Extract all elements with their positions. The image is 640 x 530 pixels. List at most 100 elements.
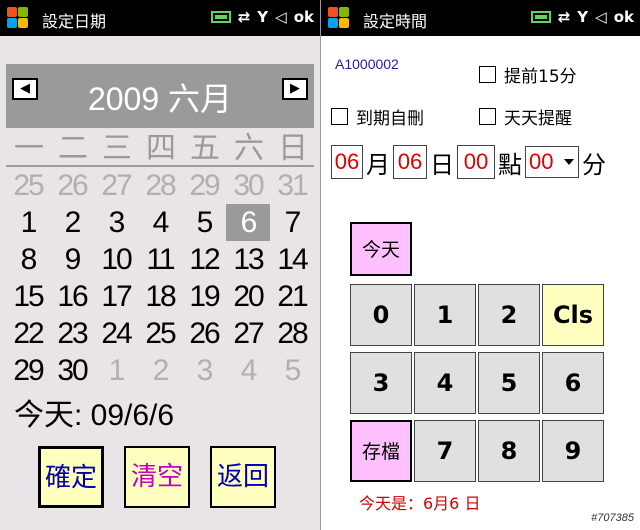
system-tray: ⇄ Y ◁ ok: [210, 8, 314, 26]
calendar-day[interactable]: 30: [50, 352, 94, 389]
calendar-day[interactable]: 3: [94, 204, 138, 241]
calendar-day[interactable]: 16: [50, 278, 94, 315]
calendar-day[interactable]: 10: [94, 241, 138, 278]
clear-button[interactable]: 清空: [124, 446, 190, 508]
calendar-day-other-month[interactable]: 3: [182, 352, 226, 389]
daily-reminder-checkbox[interactable]: 天天提醒: [479, 104, 572, 129]
key-3[interactable]: 3: [350, 352, 412, 414]
weekday-label: 一: [6, 130, 50, 167]
checkbox-box[interactable]: [479, 108, 496, 125]
key-9[interactable]: 9: [542, 420, 604, 482]
title-bar: 設定時間 ⇄ Y ◁ ok: [321, 0, 640, 36]
weekday-label: 五: [182, 130, 226, 167]
key-1[interactable]: 1: [414, 284, 476, 346]
minute-select[interactable]: 00: [525, 146, 579, 178]
calendar-day[interactable]: 5: [182, 204, 226, 241]
weekday-label: 四: [138, 130, 182, 167]
calendar-day[interactable]: 13: [226, 241, 270, 278]
calendar-day[interactable]: 2: [50, 204, 94, 241]
weekday-label: 六: [226, 130, 270, 167]
data-sync-icon[interactable]: ⇄: [238, 8, 251, 26]
calendar-day[interactable]: 28: [270, 315, 314, 352]
month-field[interactable]: 06: [331, 145, 363, 179]
calendar-day[interactable]: 27: [226, 315, 270, 352]
calendar-day[interactable]: 9: [50, 241, 94, 278]
calendar-day[interactable]: 26: [182, 315, 226, 352]
calendar-day[interactable]: 12: [182, 241, 226, 278]
calendar-day-other-month[interactable]: 31: [270, 167, 314, 204]
calendar-day-other-month[interactable]: 4: [226, 352, 270, 389]
speaker-icon[interactable]: ◁: [595, 8, 607, 26]
signal-icon[interactable]: Y: [257, 8, 268, 26]
calendar-day-other-month[interactable]: 25: [6, 167, 50, 204]
calendar-day[interactable]: 29: [6, 352, 50, 389]
calendar-day[interactable]: 17: [94, 278, 138, 315]
calendar-day[interactable]: 7: [270, 204, 314, 241]
start-menu-icon[interactable]: [6, 6, 30, 30]
prev-month-button[interactable]: ◀: [12, 78, 38, 100]
calendar-day-other-month[interactable]: 5: [270, 352, 314, 389]
calendar-day[interactable]: 14: [270, 241, 314, 278]
start-menu-icon[interactable]: [327, 6, 351, 30]
right-arrow-icon: ▶: [290, 81, 300, 96]
cls-button[interactable]: Cls: [542, 284, 604, 346]
back-button[interactable]: 返回: [210, 446, 276, 508]
calendar-day-other-month[interactable]: 30: [226, 167, 270, 204]
confirm-button[interactable]: 確定: [38, 446, 104, 508]
weekday-row: 一 二 三 四 五 六 日: [6, 130, 314, 167]
signal-icon[interactable]: Y: [577, 8, 588, 26]
key-4[interactable]: 4: [414, 352, 476, 414]
calendar-day[interactable]: 21: [270, 278, 314, 315]
battery-icon[interactable]: [210, 11, 231, 23]
calendar-day[interactable]: 11: [138, 241, 182, 278]
today-date-label[interactable]: 今天: 09/6/6: [14, 390, 174, 434]
calendar-week-row: 29 30 1 2 3 4 5: [6, 352, 314, 389]
day-field[interactable]: 06: [393, 145, 427, 179]
key-8[interactable]: 8: [478, 420, 540, 482]
ok-button[interactable]: ok: [294, 8, 314, 26]
calendar-day-other-month[interactable]: 1: [94, 352, 138, 389]
calendar-day[interactable]: 22: [6, 315, 50, 352]
calendar-day[interactable]: 1: [6, 204, 50, 241]
calendar-week-row: 22 23 24 25 26 27 28: [6, 315, 314, 352]
checkbox-box[interactable]: [331, 108, 348, 125]
calendar-day-other-month[interactable]: 27: [94, 167, 138, 204]
chevron-down-icon: [564, 159, 574, 165]
data-sync-icon[interactable]: ⇄: [558, 8, 571, 26]
advance-15min-checkbox[interactable]: 提前15分: [479, 62, 577, 87]
calendar-day[interactable]: 25: [138, 315, 182, 352]
calendar-day-other-month[interactable]: 2: [138, 352, 182, 389]
checkbox-label: 提前15分: [504, 67, 577, 87]
calendar-day-other-month[interactable]: 26: [50, 167, 94, 204]
system-tray: ⇄ Y ◁ ok: [530, 8, 634, 26]
save-button[interactable]: 存檔: [350, 420, 412, 482]
key-0[interactable]: 0: [350, 284, 412, 346]
key-5[interactable]: 5: [478, 352, 540, 414]
speaker-icon[interactable]: ◁: [275, 8, 287, 26]
battery-icon[interactable]: [530, 11, 551, 23]
calendar-day-other-month[interactable]: 28: [138, 167, 182, 204]
checkbox-label: 天天提醒: [504, 109, 572, 129]
calendar-day[interactable]: 4: [138, 204, 182, 241]
checkbox-box[interactable]: [479, 66, 496, 83]
calendar-day[interactable]: 24: [94, 315, 138, 352]
today-button[interactable]: 今天: [350, 222, 412, 276]
calendar-day[interactable]: 20: [226, 278, 270, 315]
key-6[interactable]: 6: [542, 352, 604, 414]
ok-button[interactable]: ok: [614, 8, 634, 26]
calendar-week-row: 15 16 17 18 19 20 21: [6, 278, 314, 315]
key-7[interactable]: 7: [414, 420, 476, 482]
next-month-button[interactable]: ▶: [282, 78, 308, 100]
calendar-day[interactable]: 19: [182, 278, 226, 315]
calendar-day[interactable]: 23: [50, 315, 94, 352]
calendar-day-other-month[interactable]: 29: [182, 167, 226, 204]
hour-field[interactable]: 00: [457, 145, 495, 179]
title-bar: 設定日期 ⇄ Y ◁ ok: [0, 0, 320, 36]
calendar-day[interactable]: 6: [226, 204, 270, 241]
calendar-day[interactable]: 15: [6, 278, 50, 315]
calendar-day[interactable]: 18: [138, 278, 182, 315]
calendar-day[interactable]: 8: [6, 241, 50, 278]
minute-value: 00: [529, 149, 554, 174]
auto-delete-checkbox[interactable]: 到期自刪: [331, 104, 424, 129]
key-2[interactable]: 2: [478, 284, 540, 346]
